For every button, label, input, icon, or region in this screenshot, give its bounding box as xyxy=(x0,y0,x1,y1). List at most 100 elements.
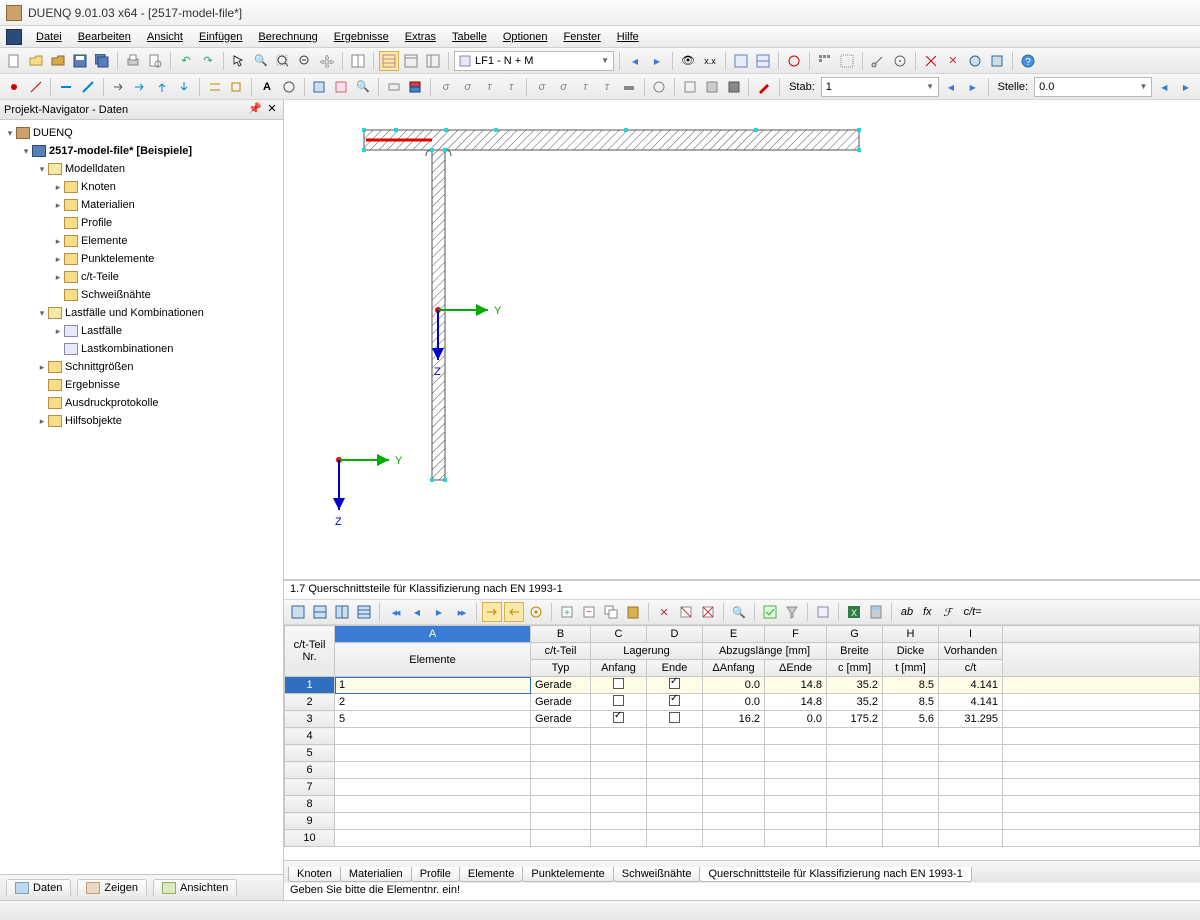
tree-item[interactable]: Elemente xyxy=(81,235,127,247)
table-row[interactable]: 6 xyxy=(285,762,1200,779)
menu-hilfe[interactable]: Hilfe xyxy=(609,29,647,45)
lf-next-icon[interactable] xyxy=(647,51,667,71)
cell-anfang[interactable] xyxy=(591,677,647,694)
col-letter[interactable]: E xyxy=(703,626,765,643)
tool-icon-a[interactable] xyxy=(868,51,888,71)
calc-icon-2[interactable] xyxy=(753,51,773,71)
menu-einfuegen[interactable]: Einfügen xyxy=(191,29,250,45)
cell-c[interactable]: 175.2 xyxy=(827,711,883,728)
loadcase-combo[interactable]: LF1 - N + M ▼ xyxy=(454,51,614,71)
col-letter[interactable]: F xyxy=(765,626,827,643)
menu-fenster[interactable]: Fenster xyxy=(556,29,609,45)
node-icon[interactable] xyxy=(4,77,24,97)
tool-icon-d[interactable] xyxy=(943,51,963,71)
pointer-icon[interactable] xyxy=(229,51,249,71)
nav-tab-ansichten[interactable]: Ansichten xyxy=(153,879,237,896)
row-header[interactable]: 4 xyxy=(285,728,335,745)
btab-active[interactable]: Querschnittsteile für Klassifizierung na… xyxy=(699,867,971,882)
col-head[interactable]: Dicke xyxy=(883,643,939,660)
table-row[interactable]: 11Gerade0.014.835.28.54.141 xyxy=(285,677,1200,694)
menu-datei[interactable]: Datei xyxy=(28,29,70,45)
render-icon-3[interactable] xyxy=(724,77,744,97)
zoom-prev-icon[interactable] xyxy=(295,51,315,71)
cell-dende[interactable]: 14.8 xyxy=(765,694,827,711)
dim-icon-2[interactable] xyxy=(226,77,246,97)
table-row[interactable]: 5 xyxy=(285,745,1200,762)
tree-lastfaelle[interactable]: Lastfälle und Kombinationen xyxy=(65,307,204,319)
arrow-icon-2[interactable] xyxy=(131,77,151,97)
toggle-panel-icon[interactable] xyxy=(423,51,443,71)
cell-ct[interactable]: 4.141 xyxy=(939,694,1003,711)
stress-icon[interactable]: τ xyxy=(597,77,617,97)
table-row[interactable]: 8 xyxy=(285,796,1200,813)
arrow-icon-1[interactable] xyxy=(109,77,129,97)
tree-file[interactable]: 2517-model-file* [Beispiele] xyxy=(49,145,192,157)
tbl-icon[interactable] xyxy=(354,602,374,622)
cell-c[interactable]: 35.2 xyxy=(827,694,883,711)
zoom-extents-icon[interactable] xyxy=(273,51,293,71)
cell-dende[interactable]: 14.8 xyxy=(765,677,827,694)
tbl-nav-icon[interactable] xyxy=(482,602,502,622)
design-icon[interactable] xyxy=(784,51,804,71)
col-head[interactable]: c/t xyxy=(939,660,1003,677)
col-head[interactable]: Breite xyxy=(827,643,883,660)
tbl-icon[interactable] xyxy=(310,602,330,622)
col-head[interactable]: Ende xyxy=(647,660,703,677)
tbl-fx2-icon[interactable]: ℱ xyxy=(938,602,958,622)
col-head[interactable]: ΔEnde xyxy=(765,660,827,677)
save-all-icon[interactable] xyxy=(92,51,112,71)
col-letter[interactable]: G xyxy=(827,626,883,643)
table-grid[interactable]: c/t-TeilNr. A B C D E F G H I Elemente xyxy=(284,625,1200,860)
cell-typ[interactable]: Gerade xyxy=(531,694,591,711)
grid-icon-1[interactable] xyxy=(815,51,835,71)
tool-icon-e[interactable] xyxy=(965,51,985,71)
row-header[interactable]: 1 xyxy=(285,677,335,694)
print-preview-icon[interactable] xyxy=(145,51,165,71)
arrow-icon-3[interactable] xyxy=(152,77,172,97)
nav-tab-zeigen[interactable]: Zeigen xyxy=(77,879,147,896)
stelle-next-icon[interactable] xyxy=(1176,77,1196,97)
menu-ansicht[interactable]: Ansicht xyxy=(139,29,191,45)
section-icon-2[interactable] xyxy=(331,77,351,97)
stress-icon[interactable]: τ xyxy=(575,77,595,97)
col-letter[interactable]: A xyxy=(335,626,531,643)
tbl-calc-icon[interactable] xyxy=(866,602,886,622)
tree-item[interactable]: Schnittgrößen xyxy=(65,361,133,373)
menu-extras[interactable]: Extras xyxy=(397,29,444,45)
text-icon[interactable]: A xyxy=(257,77,277,97)
cell-typ[interactable]: Gerade xyxy=(531,677,591,694)
col-head[interactable]: Abzugslänge [mm] xyxy=(703,643,827,660)
menu-tabelle[interactable]: Tabelle xyxy=(444,29,495,45)
cell-t[interactable]: 8.5 xyxy=(883,677,939,694)
tree-item[interactable]: Profile xyxy=(81,217,112,229)
cell-dende[interactable]: 0.0 xyxy=(765,711,827,728)
stress-icon[interactable]: τ xyxy=(501,77,521,97)
menu-ergebnisse[interactable]: Ergebnisse xyxy=(326,29,397,45)
col-head[interactable]: Typ xyxy=(531,660,591,677)
row-header[interactable]: 6 xyxy=(285,762,335,779)
save-icon[interactable] xyxy=(70,51,90,71)
checkbox-icon[interactable] xyxy=(613,712,624,723)
stress-icon[interactable]: σ xyxy=(554,77,574,97)
tree-modelldaten[interactable]: Modelldaten xyxy=(65,163,125,175)
btab[interactable]: Profile xyxy=(411,867,460,882)
line-icon[interactable] xyxy=(26,77,46,97)
lf-prev-icon[interactable] xyxy=(625,51,645,71)
tree-item[interactable]: c/t-Teile xyxy=(81,271,119,283)
cell-c[interactable]: 35.2 xyxy=(827,677,883,694)
render-icon-1[interactable] xyxy=(680,77,700,97)
row-header[interactable]: 7 xyxy=(285,779,335,796)
new-icon[interactable] xyxy=(4,51,24,71)
toggle-table-icon[interactable] xyxy=(379,51,399,71)
tbl-clear-all-icon[interactable] xyxy=(698,602,718,622)
stress-icon[interactable]: σ xyxy=(458,77,478,97)
tbl-settings-icon[interactable] xyxy=(813,602,833,622)
col-head[interactable]: c [mm] xyxy=(827,660,883,677)
cell-danf[interactable]: 16.2 xyxy=(703,711,765,728)
cell-danf[interactable]: 0.0 xyxy=(703,694,765,711)
open-project-icon[interactable] xyxy=(48,51,68,71)
checkbox-icon[interactable] xyxy=(613,695,624,706)
toggle-nav-icon[interactable] xyxy=(401,51,421,71)
tree-item[interactable]: Schweißnähte xyxy=(81,289,151,301)
color-icon[interactable] xyxy=(754,77,774,97)
